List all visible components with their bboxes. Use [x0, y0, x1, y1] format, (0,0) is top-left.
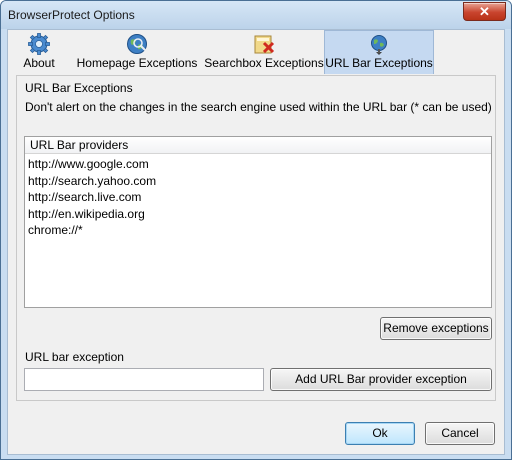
close-button[interactable]: ✕ [463, 2, 506, 21]
add-provider-exception-button[interactable]: Add URL Bar provider exception [270, 368, 492, 391]
title-bar[interactable]: BrowserProtect Options ✕ [1, 1, 511, 29]
window-title: BrowserProtect Options [8, 8, 135, 22]
list-item[interactable]: http://www.google.com [28, 156, 156, 173]
list-item[interactable]: http://en.wikipedia.org [28, 206, 156, 223]
tab-label: Homepage Exceptions [76, 56, 198, 70]
tab-url-bar-exceptions[interactable]: URL Bar Exceptions [324, 30, 434, 74]
group-title: URL Bar Exceptions [25, 81, 133, 95]
cancel-button[interactable]: Cancel [425, 422, 495, 445]
tab-panel: URL Bar Exceptions Don't alert on the ch… [16, 75, 496, 401]
tab-label: About [23, 56, 55, 70]
list-items: http://www.google.com http://search.yaho… [28, 156, 156, 239]
tab-label: Searchbox Exceptions [204, 56, 324, 70]
tab-searchbox-exceptions[interactable]: Searchbox Exceptions [204, 30, 324, 74]
providers-list[interactable]: URL Bar providers http://www.google.com … [24, 136, 492, 308]
ok-label: Ok [372, 426, 388, 440]
globe-pin-icon [371, 35, 387, 55]
tab-about[interactable]: About [12, 30, 66, 74]
list-item[interactable]: http://search.yahoo.com [28, 173, 156, 190]
close-icon: ✕ [479, 4, 490, 19]
ok-button[interactable]: Ok [345, 422, 415, 445]
group-description: Don't alert on the changes in the search… [25, 100, 492, 114]
globe-icon [127, 34, 147, 54]
searchbox-icon [254, 35, 275, 54]
options-window: BrowserProtect Options ✕ About Homepage … [0, 0, 512, 460]
column-header[interactable]: URL Bar providers [25, 137, 491, 154]
dialog-body: About Homepage Exceptions Searchbox Exce… [7, 29, 505, 455]
url-exception-label: URL bar exception [25, 350, 124, 364]
add-provider-exception-label: Add URL Bar provider exception [295, 372, 467, 386]
remove-exceptions-label: Remove exceptions [383, 321, 489, 335]
tab-bar: About Homepage Exceptions Searchbox Exce… [8, 30, 504, 74]
tab-homepage-exceptions[interactable]: Homepage Exceptions [72, 30, 202, 74]
gear-icon [28, 33, 50, 55]
list-item[interactable]: http://search.live.com [28, 189, 156, 206]
tab-label: URL Bar Exceptions [325, 56, 433, 70]
cancel-label: Cancel [441, 426, 479, 440]
url-exception-input[interactable] [24, 368, 264, 391]
list-item[interactable]: chrome://* [28, 222, 156, 239]
remove-exceptions-button[interactable]: Remove exceptions [380, 317, 492, 340]
